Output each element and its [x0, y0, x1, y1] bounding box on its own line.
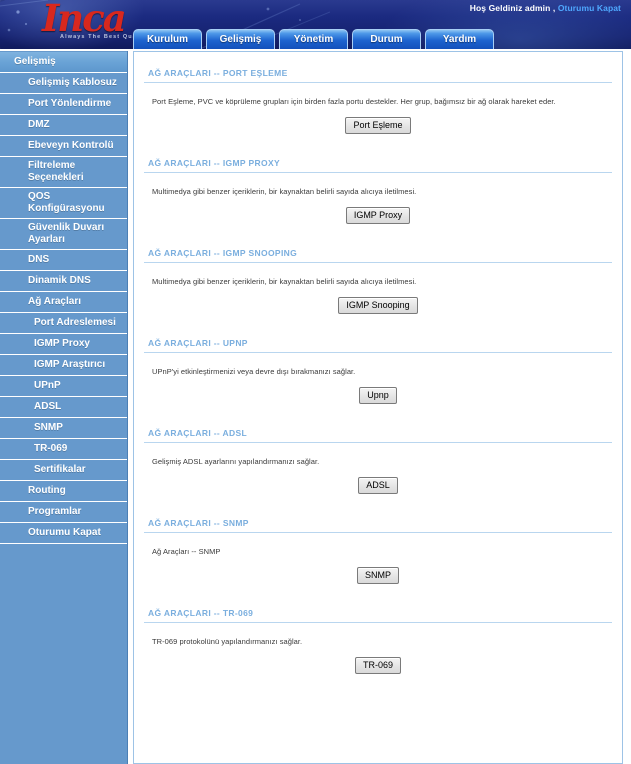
greeting-text: Hoş Geldiniz admin ,	[469, 3, 556, 13]
sidebar-item-a-ara-lar-[interactable]: Ağ Araçları	[0, 292, 127, 313]
content-panel: AĞ ARAÇLARI -- PORT EŞLEME Port Eşleme, P…	[133, 51, 623, 764]
sidebar-item-filtreleme-se-enekleri[interactable]: Filtreleme Seçenekleri	[0, 157, 127, 188]
section-description: Multimedya gibi benzer içeriklerin, bir …	[152, 187, 417, 196]
tab-y-netim[interactable]: Yönetim	[279, 29, 348, 49]
section-port-e-leme: AĞ ARAÇLARI -- PORT EŞLEME Port Eşleme, P…	[142, 56, 614, 146]
section-igmp-snooping: AĞ ARAÇLARI -- IGMP SNOOPING Multimedya g…	[142, 236, 614, 326]
sidebar-item-tr-069[interactable]: TR-069	[0, 439, 127, 460]
sidebar-item-label: SNMP	[34, 422, 63, 433]
sidebar-item-igmp-ara-t-r-c-[interactable]: IGMP Araştırıcı	[0, 355, 127, 376]
sidebar-item-label: Ebeveyn Kontrolü	[28, 140, 114, 151]
igmp-proxy-button[interactable]: IGMP Proxy	[345, 207, 411, 224]
section-title: AĞ ARAÇLARI -- SNMP	[148, 518, 249, 528]
sidebar-item-label: Dinamik DNS	[28, 275, 91, 286]
sidebar-item-label: UPnP	[34, 380, 61, 391]
upnp-button[interactable]: Upnp	[359, 387, 397, 404]
sidebar-item-label: Ağ Araçları	[28, 296, 81, 307]
sidebar-item-adsl[interactable]: ADSL	[0, 397, 127, 418]
sidebar-item-port-adreslemesi[interactable]: Port Adreslemesi	[0, 313, 127, 334]
tab-durum[interactable]: Durum	[352, 29, 421, 49]
sidebar-item-label: Gelişmiş Kablosuz	[28, 77, 117, 88]
section-snmp: AĞ ARAÇLARI -- SNMP Ağ Araçları -- SNMP SN…	[142, 506, 614, 596]
snmp-button[interactable]: SNMP	[356, 567, 399, 584]
igmp-snooping-button[interactable]: IGMP Snooping	[338, 297, 418, 314]
sidebar-item-label: Sertifikalar	[34, 464, 86, 475]
section-description: Gelişmiş ADSL ayarlarını yapılandırmanız…	[152, 457, 320, 466]
sidebar-item-label: DMZ	[28, 119, 50, 130]
section-button-row: IGMP Snooping	[142, 287, 614, 326]
sidebar-item-label: TR-069	[34, 443, 68, 454]
page-body: Gelişmiş Gelişmiş Kablosuz Port Yönlendirm…	[0, 49, 631, 764]
sidebar-item-label: Filtreleme Seçenekleri	[28, 160, 84, 183]
sidebar-item-sertifikalar[interactable]: Sertifikalar	[0, 460, 127, 481]
sidebar-item-label: Oturumu Kapat	[28, 527, 101, 538]
section-title: AĞ ARAÇLARI -- UPNP	[148, 338, 248, 348]
section-button-row: ADSL	[142, 467, 614, 506]
main-nav-tabs: Kurulum Gelişmiş Yönetim Durum Yardım	[133, 29, 494, 49]
sidebar-item-label: IGMP Araştırıcı	[34, 359, 106, 370]
sidebar-item-label: ADSL	[34, 401, 62, 412]
section-upnp: AĞ ARAÇLARI -- UPNP UPnP'yi etkinleştirme…	[142, 326, 614, 416]
section-igmp-proxy: AĞ ARAÇLARI -- IGMP PROXY Multimedya gibi…	[142, 146, 614, 236]
sidebar-item-label: Gelişmiş	[14, 56, 56, 67]
sidebar-item-label: Routing	[28, 485, 66, 496]
section-title: AĞ ARAÇLARI -- ADSL	[148, 428, 248, 438]
sidebar-item-label: Port Yönlendirme	[28, 98, 112, 109]
sidebar-item-geli-mi-kablosuz[interactable]: Gelişmiş Kablosuz	[0, 73, 127, 94]
tab-yard-m[interactable]: Yardım	[425, 29, 494, 49]
tab-kurulum[interactable]: Kurulum	[133, 29, 202, 49]
sidebar-item-label: Güvenlik Duvarı Ayarları	[28, 222, 105, 245]
section-button-row: Port Eşleme	[142, 107, 614, 146]
sidebar-item-label: QOS Konfigürasyonu	[28, 191, 105, 214]
adsl-button[interactable]: ADSL	[358, 477, 398, 494]
section-button-row: Upnp	[142, 377, 614, 416]
section-button-row: SNMP	[142, 557, 614, 596]
section-button-row: TR-069	[142, 647, 614, 686]
sidebar-item-qos-konfig-rasyonu[interactable]: QOS Konfigürasyonu	[0, 188, 127, 219]
sidebar-item-dmz[interactable]: DMZ	[0, 115, 127, 136]
section-description: Port Eşleme, PVC ve köprüleme grupları i…	[152, 97, 556, 106]
sidebar-item-g-venlik-duvar-ayarlar-[interactable]: Güvenlik Duvarı Ayarları	[0, 219, 127, 250]
section-title: AĞ ARAÇLARI -- PORT EŞLEME	[148, 68, 288, 78]
sidebar-item-label: DNS	[28, 254, 50, 265]
section-title: AĞ ARAÇLARI -- TR-069	[148, 608, 254, 618]
sidebar-item-oturumu-kapat[interactable]: Oturumu Kapat	[0, 523, 127, 544]
sidebar-item-programlar[interactable]: Programlar	[0, 502, 127, 523]
sidebar-item-routing[interactable]: Routing	[0, 481, 127, 502]
section-description: Ağ Araçları -- SNMP	[152, 547, 221, 556]
section-tr-069: AĞ ARAÇLARI -- TR-069 TR-069 protokolünü …	[142, 596, 614, 686]
section-adsl: AĞ ARAÇLARI -- ADSL Gelişmiş ADSL ayarlar…	[142, 416, 614, 506]
sidebar-item-upnp[interactable]: UPnP	[0, 376, 127, 397]
sidebar-item-geli-mi-[interactable]: Gelişmiş	[0, 52, 127, 73]
sidebar-item-label: Port Adreslemesi	[34, 317, 116, 328]
tab-geli-mi-[interactable]: Gelişmiş	[206, 29, 275, 49]
section-title: AĞ ARAÇLARI -- IGMP PROXY	[148, 158, 281, 168]
tr-069-button[interactable]: TR-069	[354, 657, 401, 674]
sidebar-nav: Gelişmiş Gelişmiş Kablosuz Port Yönlendirm…	[0, 51, 128, 764]
section-button-row: IGMP Proxy	[142, 197, 614, 236]
logout-link[interactable]: Oturumu Kapat	[558, 3, 621, 13]
section-description: Multimedya gibi benzer içeriklerin, bir …	[152, 277, 417, 286]
sidebar-item-label: IGMP Proxy	[34, 338, 90, 349]
section-description: UPnP'yi etkinleştirmenizi veya devre dış…	[152, 367, 356, 376]
app-header: Inca Always The Best Quality Hoş Geldini…	[0, 0, 631, 49]
port-e-leme-button[interactable]: Port Eşleme	[345, 117, 411, 134]
sidebar-item-label: Programlar	[28, 506, 82, 517]
section-title: AĞ ARAÇLARI -- IGMP SNOOPING	[148, 248, 298, 258]
sidebar-item-igmp-proxy[interactable]: IGMP Proxy	[0, 334, 127, 355]
sidebar-item-dinamik-dns[interactable]: Dinamik DNS	[0, 271, 127, 292]
sidebar-item-dns[interactable]: DNS	[0, 250, 127, 271]
section-description: TR-069 protokolünü yapılandırmanızı sağl…	[152, 637, 303, 646]
user-greeting: Hoş Geldiniz admin , Oturumu Kapat	[470, 3, 621, 13]
sidebar-item-port-y-nlendirme[interactable]: Port Yönlendirme	[0, 94, 127, 115]
sidebar-item-ebeveyn-kontrol-[interactable]: Ebeveyn Kontrolü	[0, 136, 127, 157]
sidebar-item-snmp[interactable]: SNMP	[0, 418, 127, 439]
